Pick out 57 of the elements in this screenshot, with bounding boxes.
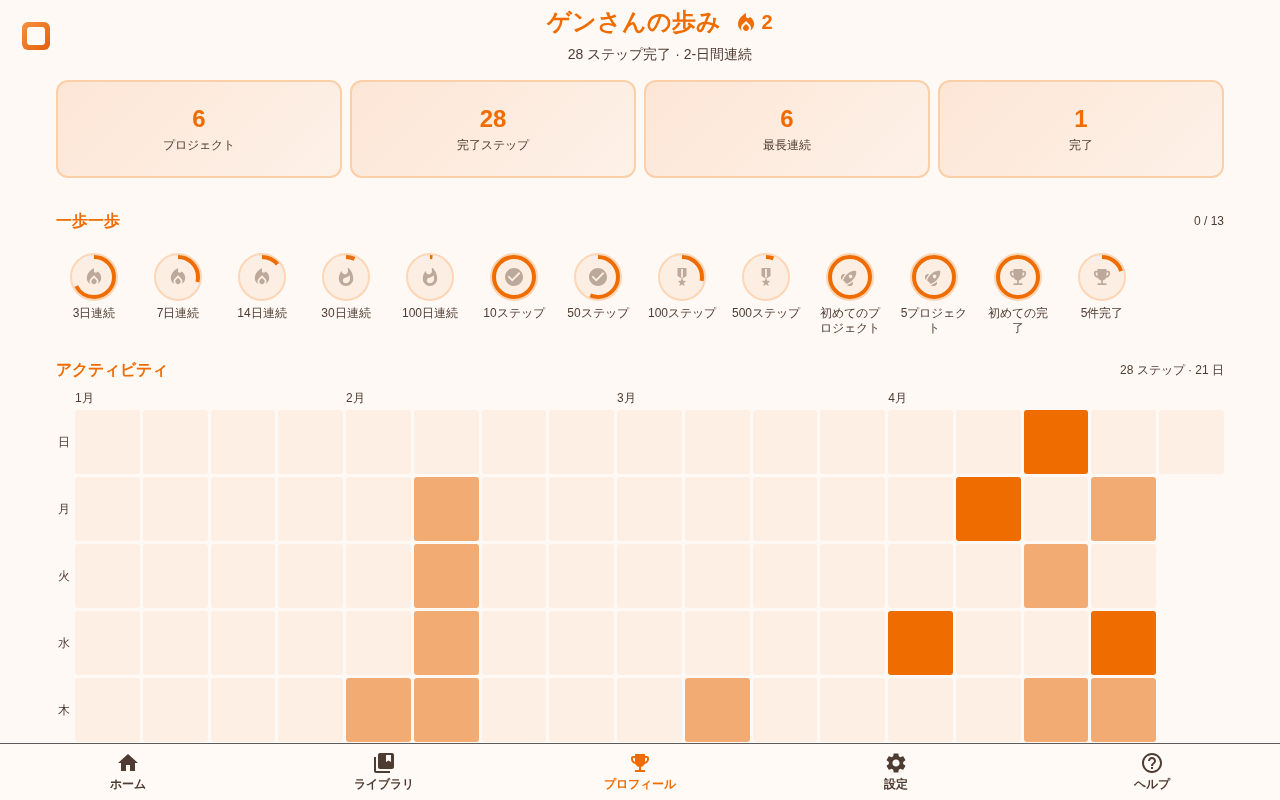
badge-label: 500ステップ [732, 306, 800, 321]
flame-icon [738, 13, 755, 31]
weekday-label: 火 [58, 567, 70, 585]
badge-label: 3日連続 [72, 306, 116, 321]
stat-label: プロジェクト [163, 137, 235, 153]
nav-tab[interactable]: 設定 [768, 744, 1024, 800]
flame-icon [253, 268, 271, 286]
weekday-label: 月 [58, 500, 70, 518]
weekday-label: 日 [58, 433, 70, 451]
month-label: 2月 [346, 390, 365, 406]
stat-label: 最長連続 [763, 137, 811, 153]
weekday-label: 木 [58, 701, 70, 719]
stat-label: 完了 [1069, 137, 1093, 153]
nav-tab[interactable]: ライブラリ [256, 744, 512, 800]
badge-label: 10ステップ [483, 306, 545, 321]
rocket-icon [841, 268, 859, 286]
home-icon [118, 752, 138, 773]
rocket-icon [925, 268, 943, 286]
month-label: 3月 [617, 390, 636, 406]
trophy-icon [1093, 268, 1111, 286]
section-title: 一歩一歩 [56, 211, 120, 231]
activity-summary: 28 ステップ · 21 日 [1119, 361, 1224, 379]
settings-icon [886, 752, 906, 773]
section-title: アクティビティ [56, 360, 168, 380]
flame-icon [337, 268, 355, 286]
badge-label: 30日連続 [321, 306, 371, 321]
stat-value: 28 [479, 105, 507, 133]
badge-label: 7日連続 [156, 306, 200, 321]
badge-label: 初めてのプロジェクト [819, 306, 882, 336]
badge-label: 100日連続 [402, 306, 458, 321]
flame-icon [85, 268, 103, 286]
badge-label: 100ステップ [648, 306, 716, 321]
flame-icon [421, 268, 439, 286]
flame-icon [169, 268, 187, 286]
nav-tab[interactable]: ヘルプ [1024, 744, 1280, 800]
page-title: ゲンさんの歩み [547, 7, 722, 37]
stat-value: 1 [1074, 105, 1088, 133]
trophy-icon [1009, 268, 1027, 286]
square-logo-icon [22, 22, 50, 50]
help-icon [1142, 752, 1162, 773]
stat-value: 6 [780, 105, 794, 133]
trophy-icon [630, 752, 650, 773]
badge-label: 5プロジェクト [899, 306, 969, 336]
summary-text: 28 ステップ完了 · 2-日間連続 [567, 45, 753, 64]
badge-label: 14日連続 [237, 306, 287, 321]
weekday-label: 水 [58, 634, 70, 652]
books-icon [374, 752, 394, 773]
badge-label: 50ステップ [567, 306, 629, 321]
month-label: 1月 [75, 390, 94, 406]
badge-label: 初めての完了 [987, 306, 1049, 336]
badge-label: 5件完了 [1080, 306, 1124, 321]
nav-tab[interactable]: ホーム [0, 744, 256, 800]
streak-count: 2 [761, 10, 773, 34]
month-label: 4月 [888, 390, 907, 406]
stat-value: 6 [192, 105, 206, 133]
stat-label: 完了ステップ [457, 137, 529, 153]
badge-count: 0 / 13 [1193, 214, 1224, 228]
